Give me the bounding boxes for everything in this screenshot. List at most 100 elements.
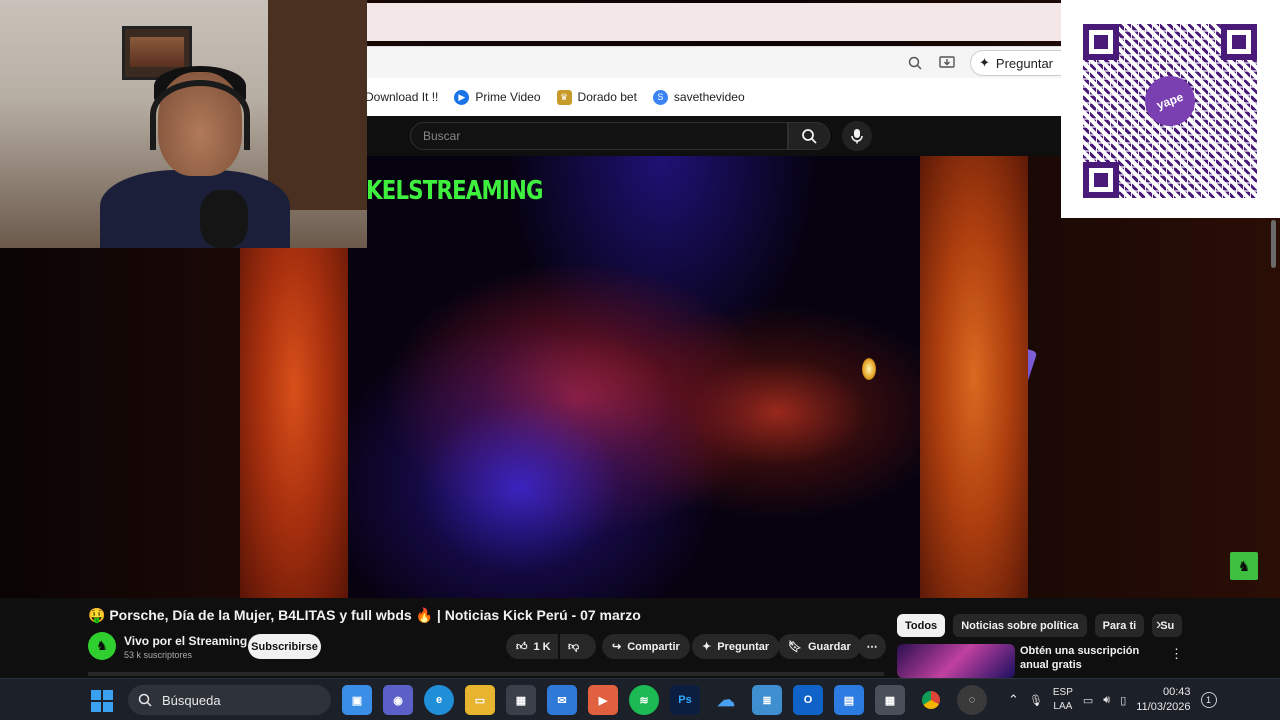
ask-gemini-button[interactable]: ✦ Preguntar	[970, 50, 1061, 76]
clock[interactable]: 00:43 11/03/2026	[1136, 685, 1190, 715]
subscriber-count: 53 k suscriptores	[124, 650, 193, 660]
channel-watermark-icon[interactable]: ♞	[1230, 552, 1258, 580]
webcam-feed	[0, 0, 367, 248]
ask-button-label: Preguntar	[995, 55, 1053, 71]
teams-icon[interactable]: ◉	[383, 685, 413, 715]
install-app-icon[interactable]	[938, 54, 956, 72]
bookmark-savethevideo[interactable]: S savethevideo	[652, 89, 745, 105]
display-icon[interactable]: ▭	[1083, 694, 1093, 707]
taskbar-search[interactable]: Búsqueda	[128, 685, 331, 715]
chip-para-ti[interactable]: Para ti	[1094, 614, 1145, 637]
more-icon: ⋯	[866, 641, 878, 653]
like-count: 1 K	[533, 640, 551, 653]
youtube-masthead: Buscar	[367, 116, 1061, 156]
bookmark-download-it[interactable]: Download It !!	[367, 90, 438, 104]
bookmark-prime-video[interactable]: ▶ Prime Video	[454, 89, 541, 105]
description-box-edge	[88, 672, 884, 676]
video-light-glint	[862, 358, 876, 380]
media-player-icon[interactable]: ▶	[588, 685, 618, 715]
browser-address-row: ✦ Preguntar	[367, 46, 1061, 78]
calculator-icon[interactable]: ▦	[875, 685, 905, 715]
recommendation-title[interactable]: Obtén una suscripción anual gratis	[1020, 644, 1160, 672]
bookmark-dorado-bet[interactable]: ♛ Dorado bet	[556, 89, 637, 105]
streamer-body	[100, 170, 290, 248]
share-icon: ↪	[612, 641, 622, 653]
video-title: 🤑 Porsche, Día de la Mujer, B4LITAS y fu…	[88, 607, 641, 623]
more-actions-button[interactable]: ⋯	[858, 634, 886, 659]
save-button[interactable]: 🔖︎ Guardar	[778, 634, 861, 659]
subscribe-button[interactable]: Subscribirse	[248, 634, 321, 659]
zoom-icon[interactable]	[906, 54, 924, 72]
stream-overlay-title: KELSTREAMING	[366, 176, 544, 206]
browser-tab-strip	[367, 3, 1061, 41]
ask-label: Preguntar	[717, 640, 770, 653]
prime-video-icon: ▶	[454, 89, 470, 105]
like-button[interactable]: 👍︎ 1 K	[506, 634, 558, 659]
search-icon	[138, 693, 152, 707]
language-indicator[interactable]: ESP LAA	[1053, 686, 1073, 714]
sparkle-icon: ✦	[702, 641, 712, 653]
windows-taskbar: Búsqueda ▣ ◉ e ▭ ▦ ✉ ▶ ≋ Ps ☁ ≣ O ▤ ▦ ◌ …	[0, 678, 1280, 720]
yape-qr-code: yape	[1061, 0, 1280, 218]
microphone-tray-icon[interactable]: 🎙︎	[1029, 694, 1043, 707]
dorado-bet-icon: ♛	[556, 89, 572, 105]
outlook-icon[interactable]: O	[793, 685, 823, 715]
battery-icon[interactable]: ▯	[1120, 694, 1126, 707]
headset	[150, 80, 250, 150]
search-input[interactable]: Buscar	[410, 122, 788, 150]
chrome-icon[interactable]	[916, 685, 946, 715]
calendar-icon[interactable]: ▤	[834, 685, 864, 715]
store-icon[interactable]: ▦	[506, 685, 536, 715]
chevron-up-icon[interactable]: ⌃	[1008, 692, 1019, 708]
task-view-icon[interactable]: ▣	[342, 685, 372, 715]
channel-name[interactable]: Vivo por el Streaming	[124, 634, 247, 648]
search-button[interactable]	[788, 122, 830, 150]
thumbs-up-icon: 👍︎	[516, 641, 528, 653]
notification-badge[interactable]: 1	[1200, 692, 1217, 708]
chevron-right-icon[interactable]: ›	[1156, 616, 1161, 634]
bookmark-label: Prime Video	[475, 90, 541, 104]
bookmarks-bar: Download It !! ▶ Prime Video ♛ Dorado be…	[367, 78, 1061, 116]
microphone-icon	[851, 129, 863, 144]
photoshop-icon[interactable]: Ps	[670, 685, 700, 715]
recommendation-menu-icon[interactable]: ⋮	[1170, 646, 1183, 662]
voice-search-button[interactable]	[842, 121, 872, 151]
microphone	[200, 190, 248, 248]
thumbs-down-icon: 👎︎	[568, 641, 580, 653]
chip-politica[interactable]: Noticias sobre política	[953, 614, 1087, 637]
chip-todos[interactable]: Todos	[897, 614, 946, 637]
qr-finder-bottom-left	[1083, 162, 1119, 198]
edge-icon[interactable]: e	[424, 685, 454, 715]
ask-button[interactable]: ✦ Preguntar	[692, 634, 780, 659]
mail-icon[interactable]: ✉	[547, 685, 577, 715]
volume-icon[interactable]: 🔊︎	[1103, 694, 1110, 707]
spotify-icon[interactable]: ≋	[629, 685, 659, 715]
video-side-right	[920, 156, 1028, 598]
bookmark-label: Download It !!	[367, 90, 439, 104]
channel-avatar[interactable]: ♞	[88, 632, 116, 660]
dislike-button[interactable]: 👎︎	[560, 634, 596, 659]
onedrive-icon[interactable]: ☁	[711, 685, 741, 715]
share-label: Compartir	[627, 640, 680, 653]
system-tray: ⌃ 🎙︎ ESP LAA ▭ 🔊︎ ▯ 00:43 11/03/2026 1	[1008, 679, 1217, 720]
bookmark-label: Dorado bet	[577, 90, 637, 104]
windows-start-icon[interactable]	[91, 690, 113, 712]
savethevideo-icon: S	[652, 89, 668, 105]
sparkle-icon: ✦	[979, 55, 990, 70]
scrollbar-thumb[interactable]	[1271, 220, 1276, 268]
video-player[interactable]	[348, 156, 1038, 598]
video-info-section: 🤑 Porsche, Día de la Mujer, B4LITAS y fu…	[0, 598, 1280, 678]
file-explorer-icon[interactable]: ▭	[465, 685, 495, 715]
share-button[interactable]: ↪ Compartir	[602, 634, 690, 659]
recommendation-thumbnail[interactable]	[897, 644, 1015, 678]
cabinet	[268, 0, 367, 210]
qr-finder-top-right	[1221, 24, 1257, 60]
taskbar-apps: ▣ ◉ e ▭ ▦ ✉ ▶ ≋ Ps ☁ ≣ O ▤ ▦ ◌	[342, 685, 987, 715]
search-placeholder: Buscar	[423, 129, 461, 143]
save-label: Guardar	[807, 640, 851, 653]
taskbar-search-label: Búsqueda	[162, 692, 221, 708]
bookmark-icon: 🔖︎	[788, 641, 802, 653]
recommendation-chips: Todos Noticias sobre política Para ti Su	[897, 614, 1183, 638]
obs-icon[interactable]: ◌	[957, 685, 987, 715]
notepad-icon[interactable]: ≣	[752, 685, 782, 715]
